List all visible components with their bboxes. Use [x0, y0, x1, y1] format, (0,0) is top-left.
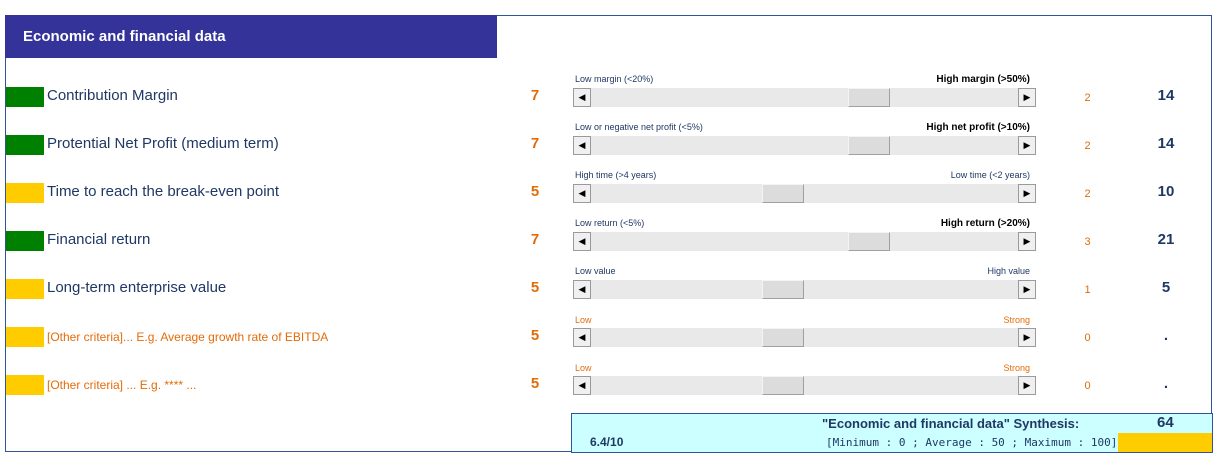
criterion-score: 7: [530, 135, 540, 152]
slider-left-arrow-icon[interactable]: ◀: [573, 280, 591, 299]
slider-right-arrow-icon[interactable]: ▶: [1018, 136, 1036, 155]
status-swatch: [6, 183, 44, 203]
criterion-row: Contribution Margin 7 Low margin (<20%) …: [0, 72, 1222, 120]
criterion-score: 5: [530, 375, 540, 392]
slider-high-label: High net profit (>10%): [926, 122, 1030, 133]
slider-thumb[interactable]: [848, 88, 890, 107]
status-swatch: [6, 327, 44, 347]
slider-thumb[interactable]: [762, 328, 804, 347]
slider-high-label: Strong: [1003, 363, 1030, 373]
criterion-total: 14: [1157, 135, 1175, 152]
synthesis-rating: 6.4/10: [590, 435, 624, 449]
synthesis-title: "Economic and financial data" Synthesis:: [822, 416, 1080, 431]
slider-right-arrow-icon[interactable]: ▶: [1018, 184, 1036, 203]
criterion-row: Time to reach the break-even point 5 Hig…: [0, 168, 1222, 216]
slider-low-label: High time (>4 years): [575, 170, 657, 180]
slider-right-arrow-icon[interactable]: ▶: [1018, 376, 1036, 395]
synthesis-status-bar: [1118, 433, 1212, 452]
synthesis-range: [Minimum : 0 ; Average : 50 ; Maximum : …: [826, 436, 1118, 449]
criterion-label: Time to reach the break-even point: [47, 183, 280, 200]
slider-thumb[interactable]: [762, 280, 804, 299]
criterion-score: 7: [530, 231, 540, 248]
slider-high-label: High margin (>50%): [936, 74, 1030, 85]
criterion-row: Protential Net Profit (medium term) 7 Lo…: [0, 120, 1222, 168]
criterion-label[interactable]: [Other criteria]... E.g. Average growth …: [47, 330, 328, 344]
criterion-weight: 2: [1084, 188, 1091, 200]
slider-right-arrow-icon[interactable]: ▶: [1018, 328, 1036, 347]
criterion-row: Long-term enterprise value 5 Low value H…: [0, 264, 1222, 312]
slider-high-label: High return (>20%): [940, 218, 1030, 229]
slider-high-label: High value: [987, 266, 1030, 276]
criterion-total: .: [1163, 327, 1169, 344]
criterion-row: [Other criteria]... E.g. Average growth …: [0, 312, 1222, 360]
criterion-total: .: [1163, 375, 1169, 392]
slider-high-label: Strong: [1003, 315, 1030, 325]
criterion-weight: 2: [1084, 140, 1091, 152]
status-swatch: [6, 135, 44, 155]
criterion-label[interactable]: [Other criteria] ... E.g. **** ...: [47, 378, 196, 392]
criterion-weight: 1: [1084, 284, 1091, 296]
score-slider[interactable]: ◀ ▶: [573, 136, 1036, 155]
criterion-weight: 0: [1084, 380, 1091, 392]
slider-high-label: Low time (<2 years): [950, 170, 1030, 180]
slider-left-arrow-icon[interactable]: ◀: [573, 88, 591, 107]
slider-right-arrow-icon[interactable]: ▶: [1018, 280, 1036, 299]
slider-low-label: Low: [575, 315, 592, 325]
slider-low-label: Low: [575, 363, 592, 373]
synthesis-box: "Economic and financial data" Synthesis:…: [571, 413, 1213, 453]
slider-left-arrow-icon[interactable]: ◀: [573, 232, 591, 251]
criterion-score: 5: [530, 327, 540, 344]
slider-low-label: Low value: [575, 266, 616, 276]
criterion-weight: 0: [1084, 332, 1091, 344]
criterion-total: 21: [1157, 231, 1175, 248]
score-slider[interactable]: ◀ ▶: [573, 376, 1036, 395]
status-swatch: [6, 375, 44, 395]
status-swatch: [6, 87, 44, 107]
slider-left-arrow-icon[interactable]: ◀: [573, 376, 591, 395]
status-swatch: [6, 279, 44, 299]
slider-thumb[interactable]: [762, 376, 804, 395]
criterion-score: 5: [530, 279, 540, 296]
synthesis-total: 64: [1157, 414, 1174, 431]
section-header: Economic and financial data: [5, 15, 497, 58]
score-slider[interactable]: ◀ ▶: [573, 88, 1036, 107]
slider-low-label: Low return (<5%): [575, 218, 645, 228]
status-swatch: [6, 231, 44, 251]
criterion-total: 5: [1161, 279, 1171, 296]
criterion-score: 5: [530, 183, 540, 200]
section-title: Economic and financial data: [23, 28, 226, 45]
criterion-weight: 3: [1084, 236, 1091, 248]
criterion-score: 7: [530, 87, 540, 104]
slider-thumb[interactable]: [848, 232, 890, 251]
criterion-row: Financial return 7 Low return (<5%) High…: [0, 216, 1222, 264]
criterion-weight: 2: [1084, 92, 1091, 104]
criterion-label: Financial return: [47, 231, 151, 248]
slider-right-arrow-icon[interactable]: ▶: [1018, 232, 1036, 251]
criterion-label: Contribution Margin: [47, 87, 178, 104]
slider-left-arrow-icon[interactable]: ◀: [573, 184, 591, 203]
score-slider[interactable]: ◀ ▶: [573, 280, 1036, 299]
criterion-total: 14: [1157, 87, 1175, 104]
slider-left-arrow-icon[interactable]: ◀: [573, 136, 591, 155]
slider-thumb[interactable]: [848, 136, 890, 155]
slider-thumb[interactable]: [762, 184, 804, 203]
criterion-label: Protential Net Profit (medium term): [47, 135, 279, 152]
score-slider[interactable]: ◀ ▶: [573, 184, 1036, 203]
criterion-label: Long-term enterprise value: [47, 279, 227, 296]
score-slider[interactable]: ◀ ▶: [573, 232, 1036, 251]
criterion-total: 10: [1157, 183, 1175, 200]
criterion-row: [Other criteria] ... E.g. **** ... 5 Low…: [0, 360, 1222, 408]
slider-right-arrow-icon[interactable]: ▶: [1018, 88, 1036, 107]
slider-low-label: Low margin (<20%): [575, 74, 654, 84]
score-slider[interactable]: ◀ ▶: [573, 328, 1036, 347]
slider-low-label: Low or negative net profit (<5%): [575, 122, 703, 132]
slider-left-arrow-icon[interactable]: ◀: [573, 328, 591, 347]
